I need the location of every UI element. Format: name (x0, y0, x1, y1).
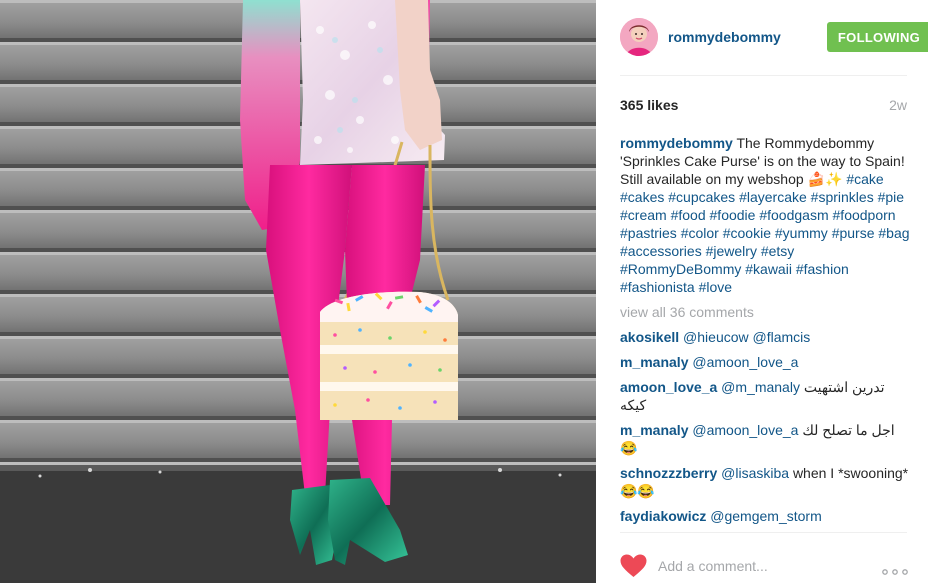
comment-username[interactable]: amoon_love_a (620, 379, 717, 395)
likes-count[interactable]: 365 likes (620, 97, 678, 113)
comment-username[interactable]: akosikell (620, 329, 679, 345)
comment-username[interactable]: schnozzzberry (620, 465, 717, 481)
heart-icon[interactable] (620, 554, 647, 583)
hashtag-link[interactable]: #cupcakes (668, 189, 735, 205)
caption-username[interactable]: rommydebommy (620, 135, 733, 151)
hashtag-link[interactable]: #purse (832, 225, 875, 241)
post-details-panel: rommydebommy FOLLOWING 365 likes 2w romm… (596, 0, 928, 583)
hashtag-link[interactable]: #cakes (620, 189, 664, 205)
comment-username[interactable]: m_manaly (620, 422, 688, 438)
hashtag-link[interactable]: #jewelry (706, 243, 757, 259)
comment-item: akosikell @hieucow @flamcis (620, 328, 910, 346)
comment-item: schnozzzberry @lisaskiba when I *swoonin… (620, 464, 910, 500)
divider (620, 75, 907, 76)
hashtag-link[interactable]: #food (671, 207, 706, 223)
hashtag-link[interactable]: #cake (846, 171, 883, 187)
hashtag-link[interactable]: #foodgasm (759, 207, 828, 223)
comment-mention[interactable]: @hieucow @flamcis (683, 329, 810, 345)
comments-list: rommydebommy The Rommydebommy 'Sprinkles… (620, 134, 910, 525)
comment-item: m_manaly @amoon_love_a (620, 353, 910, 371)
hashtag-link[interactable]: #etsy (761, 243, 794, 259)
comment-mention[interactable]: @m_manaly (721, 379, 800, 395)
comment-item: amoon_love_a @m_manaly تدرين اشتهيت كيكه (620, 378, 910, 414)
add-comment-bar (620, 550, 910, 580)
hashtag-link[interactable]: #yummy (775, 225, 828, 241)
hashtag-link[interactable]: #fashionista (620, 279, 695, 295)
comment-mention[interactable]: @amoon_love_a (692, 422, 798, 438)
hashtag-link[interactable]: #fashion (796, 261, 849, 277)
post-age[interactable]: 2w (889, 97, 907, 113)
comment-username[interactable]: m_manaly (620, 354, 688, 370)
hashtag-link[interactable]: #accessories (620, 243, 702, 259)
hashtag-link[interactable]: #layercake (739, 189, 807, 205)
comment-item: faydiakowicz @gemgem_storm (620, 507, 910, 525)
hashtag-link[interactable]: #color (681, 225, 719, 241)
comment-username[interactable]: faydiakowicz (620, 508, 706, 524)
hashtag-link[interactable]: #foodie (710, 207, 756, 223)
hashtag-link[interactable]: #pastries (620, 225, 677, 241)
hashtag-link[interactable]: #foodporn (833, 207, 896, 223)
hashtag-link[interactable]: #love (699, 279, 732, 295)
more-options-icon[interactable] (882, 562, 908, 580)
avatar-image (620, 18, 658, 56)
divider (620, 532, 907, 533)
caption: rommydebommy The Rommydebommy 'Sprinkles… (620, 134, 910, 296)
comment-mention[interactable]: @amoon_love_a (692, 354, 798, 370)
hashtag-link[interactable]: #pie (878, 189, 904, 205)
post-username[interactable]: rommydebommy (668, 29, 781, 45)
hashtag-link[interactable]: #cookie (723, 225, 771, 241)
comment-mention[interactable]: @gemgem_storm (710, 508, 821, 524)
hashtag-link[interactable]: #RommyDeBommy (620, 261, 741, 277)
hashtag-link[interactable]: #cream (620, 207, 667, 223)
following-button[interactable]: FOLLOWING (827, 22, 928, 52)
hashtag-link[interactable]: #sprinkles (811, 189, 874, 205)
avatar[interactable] (620, 18, 658, 56)
view-all-comments-link[interactable]: view all 36 comments (620, 303, 910, 321)
post-image (0, 0, 596, 583)
comment-mention[interactable]: @lisaskiba (721, 465, 789, 481)
post-header: rommydebommy FOLLOWING (620, 18, 928, 58)
post-photo[interactable] (0, 0, 596, 583)
comment-item: m_manaly @amoon_love_a اجل ما تصلح لك 😂 (620, 421, 910, 457)
add-comment-input[interactable] (658, 556, 868, 576)
hashtag-link[interactable]: #bag (878, 225, 909, 241)
caption-hashtags: #cake #cakes #cupcakes #layercake #sprin… (620, 171, 910, 295)
hashtag-link[interactable]: #kawaii (745, 261, 792, 277)
